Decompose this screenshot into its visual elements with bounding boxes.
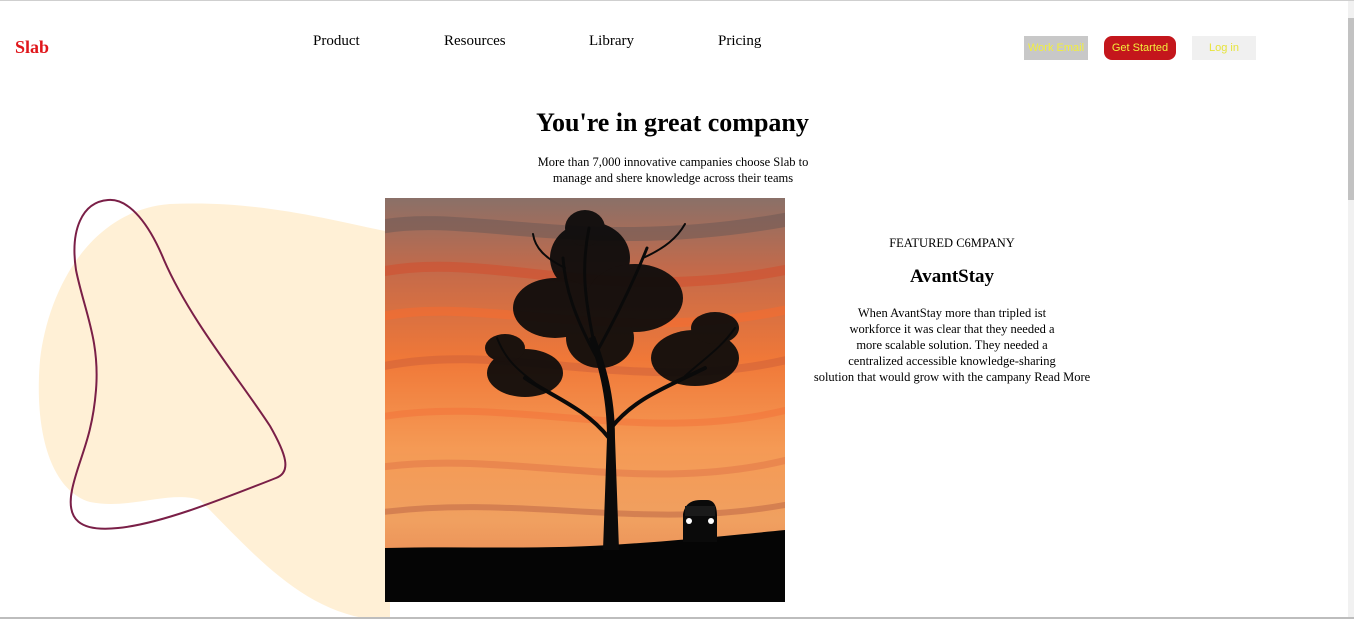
description-line: workforce it was clear that they needed … [849,322,1055,336]
tree-silhouette-sunset-image-icon [385,198,785,602]
description-line: centralized accessible knowledge-sharing [848,354,1056,368]
nav-library[interactable]: Library [589,33,634,50]
get-started-button[interactable]: Get Started [1104,36,1176,60]
featured-label: FEATURED C6MPANY [889,236,1015,250]
nav-resources[interactable]: Resources [444,33,506,50]
description-line: When AvantStay more than tripled ist [857,306,1047,320]
hero-subtitle-line: manage and shere knowledge across their … [552,171,794,185]
logo[interactable]: Slab [15,37,49,58]
description-line: solution that would grow with the campan… [813,370,1091,384]
scrollbar-thumb[interactable] [1348,18,1354,200]
work-email-input[interactable]: Work Email [1024,36,1088,60]
nav-pricing[interactable]: Pricing [718,33,761,50]
nav-product[interactable]: Product [313,33,360,50]
company-name: AvantStay [909,266,995,287]
hero-subtitle: More than 7,000 innovative campanies cho… [522,154,824,186]
top-border [0,0,1354,1]
featured-image [385,198,785,602]
description-line: more scalable solution. They needed a [856,338,1048,352]
log-in-button[interactable]: Log in [1192,36,1256,60]
car-icon [683,500,717,542]
page-title: You're in great company [536,108,809,137]
hero-subtitle-line: More than 7,000 innovative campanies cho… [537,155,809,169]
company-description: When AvantStay more than tripled ist wor… [806,305,1098,385]
